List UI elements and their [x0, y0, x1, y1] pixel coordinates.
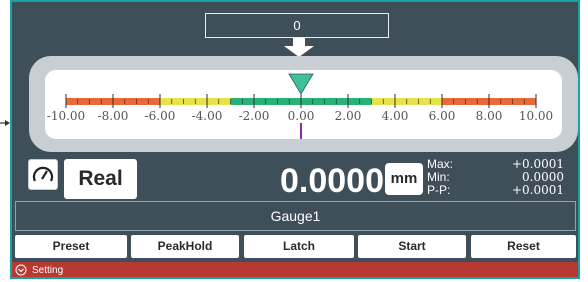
- speedometer-icon: [32, 166, 54, 182]
- scale-panel: -10.00 -8.00 -6.00 -4.00 -2.00 0.00 2.00 4.00 6.…: [29, 56, 578, 152]
- setting-bar[interactable]: Setting: [12, 262, 578, 277]
- tick-label: -4.00: [192, 109, 223, 123]
- tick-label: 2.00: [335, 109, 362, 123]
- gauge-view-button[interactable]: [28, 159, 58, 190]
- gauge-window: 0 -10.00 -8.00 -6.00 -4.00 -2.00 0.00 2.00 4.00…: [10, 0, 580, 279]
- chevron-down-circle-icon: [15, 264, 27, 276]
- pp-label: P-P:: [427, 183, 451, 197]
- scale-display: -10.00 -8.00 -6.00 -4.00 -2.00 0.00 2.00 4.00 6.…: [45, 70, 562, 139]
- preset-button[interactable]: Preset: [15, 235, 127, 258]
- tick-label: 0.00: [288, 109, 315, 123]
- tick-label: -6.00: [145, 109, 176, 123]
- peakhold-button[interactable]: PeakHold: [131, 235, 239, 258]
- scale-graphic: -10.00 -8.00 -6.00 -4.00 -2.00 0.00 2.00 4.00 6.…: [47, 73, 553, 139]
- measurement-reading: 0.0000: [280, 162, 384, 200]
- value-pointer: [288, 73, 314, 95]
- down-arrow-icon: [284, 38, 314, 57]
- input-value-display: 0: [205, 13, 389, 38]
- tick-label: -8.00: [98, 109, 129, 123]
- tick-label: -10.00: [47, 109, 85, 123]
- tick-label: 6.00: [429, 109, 456, 123]
- setting-label: Setting: [32, 265, 64, 276]
- pp-value: +0.0001: [511, 183, 564, 197]
- start-button[interactable]: Start: [358, 235, 466, 258]
- reset-button[interactable]: Reset: [471, 235, 576, 258]
- tick-label: -2.00: [239, 109, 270, 123]
- mode-button[interactable]: Real: [64, 159, 137, 199]
- tick-label: 4.00: [382, 109, 409, 123]
- latch-button[interactable]: Latch: [244, 235, 354, 258]
- gauge-name-bar[interactable]: Gauge1: [15, 201, 576, 231]
- tick-label: 10.00: [519, 109, 553, 123]
- tick-label: 8.00: [476, 109, 503, 123]
- unit-button[interactable]: mm: [385, 163, 423, 195]
